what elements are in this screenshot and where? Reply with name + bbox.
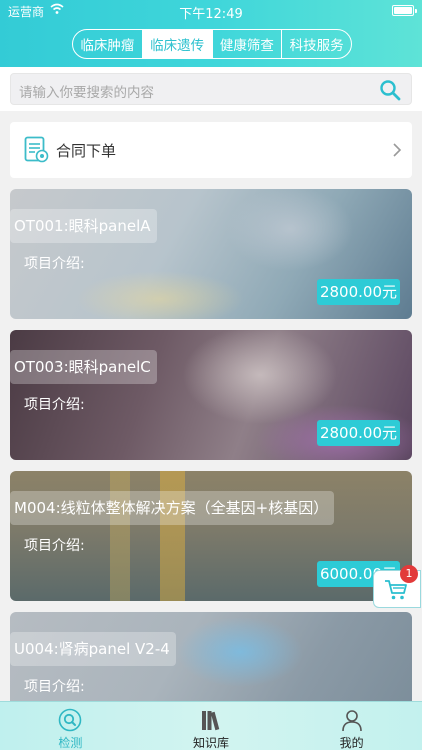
header: 运营商 下午12:49 临床肿瘤 临床遗传 健康筛查 科技服务: [0, 0, 422, 67]
battery-icon: [392, 5, 417, 16]
test-icon: [59, 708, 82, 732]
segment-health-screening[interactable]: 健康筛查: [213, 30, 283, 58]
product-title: OT003:眼科panelC: [10, 350, 157, 384]
product-card[interactable]: OT001:眼科panelA 项目介绍: 2800.00元: [10, 189, 412, 319]
contract-document-icon: [24, 136, 49, 163]
product-price: 2800.00元: [316, 420, 400, 446]
product-intro: 项目介绍:: [24, 256, 85, 272]
product-intro: 项目介绍:: [24, 538, 85, 554]
tab-mine[interactable]: 我的: [281, 702, 422, 750]
segment-tech-service[interactable]: 科技服务: [282, 30, 351, 58]
contract-order-label: 合同下单: [56, 142, 117, 160]
product-card[interactable]: OT003:眼科panelC 项目介绍: 2800.00元: [10, 330, 412, 460]
segment-clinical-genetics[interactable]: 临床遗传: [142, 30, 213, 58]
product-title: U004:肾病panel V2-4: [10, 632, 176, 666]
cart-count-badge: 1: [400, 565, 418, 583]
tab-mine-label: 我的: [339, 736, 364, 750]
search-icon[interactable]: [379, 79, 401, 101]
category-segmented-control: 临床肿瘤 临床遗传 健康筛查 科技服务: [72, 29, 352, 59]
search-placeholder: 请输入你要搜索的内容: [19, 85, 154, 101]
floating-cart-button[interactable]: 1: [373, 565, 421, 608]
product-card[interactable]: M004:线粒体整体解决方案（全基因+核基因） 项目介绍: 6000.00元: [10, 471, 412, 601]
status-bar: 运营商 下午12:49: [0, 0, 422, 22]
clock: 下午12:49: [179, 7, 243, 22]
books-icon: [202, 711, 220, 731]
product-intro: 项目介绍:: [24, 679, 85, 695]
bottom-tab-bar: 检测 知识库 我的: [0, 701, 422, 750]
tab-knowledge-base-label: 知识库: [193, 736, 230, 750]
search-input[interactable]: 请输入你要搜索的内容: [10, 73, 412, 105]
tab-test[interactable]: 检测: [0, 702, 141, 750]
chevron-right-icon: [393, 143, 402, 157]
tab-knowledge-base[interactable]: 知识库: [141, 702, 282, 750]
product-intro: 项目介绍:: [24, 397, 85, 413]
shopping-cart-icon: [385, 580, 407, 600]
tab-test-label: 检测: [58, 736, 83, 750]
contract-order-row[interactable]: 合同下单: [10, 122, 412, 178]
user-icon: [341, 710, 362, 732]
product-title: OT001:眼科panelA: [10, 209, 157, 243]
product-price: 2800.00元: [316, 279, 400, 305]
segment-clinical-oncology[interactable]: 临床肿瘤: [73, 30, 143, 58]
product-title: M004:线粒体整体解决方案（全基因+核基因）: [10, 491, 335, 525]
